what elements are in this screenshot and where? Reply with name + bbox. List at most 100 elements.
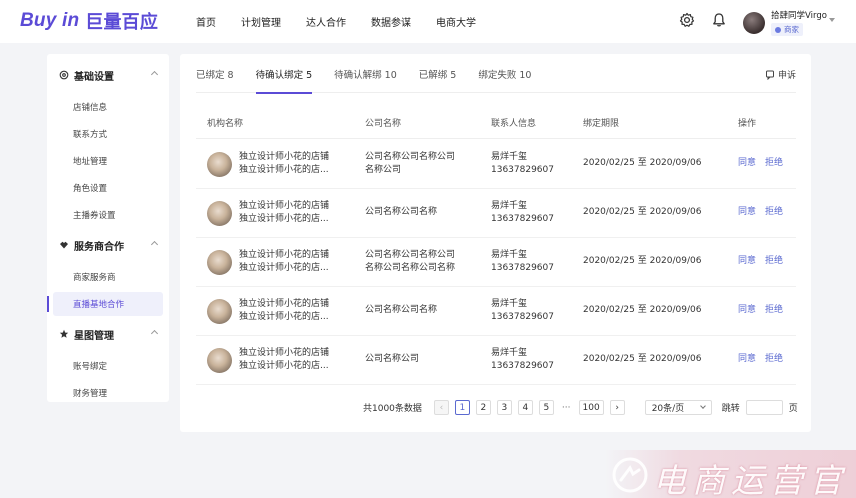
- tab-bind-failed[interactable]: 绑定失败 10: [478, 54, 531, 93]
- sidebar-group-label: 服务商合作: [74, 241, 124, 253]
- nav-item-creator[interactable]: 达人合作: [306, 14, 346, 29]
- nav-item-plan[interactable]: 计划管理: [241, 14, 281, 29]
- sidebar-group-service[interactable]: 服务商合作: [47, 236, 169, 254]
- next-page-button[interactable]: ›: [609, 400, 625, 415]
- chevron-up-icon[interactable]: [150, 240, 159, 249]
- nav-item-home[interactable]: 首页: [196, 14, 216, 29]
- sidebar-item-finance[interactable]: 财务管理: [53, 381, 163, 405]
- bell-icon[interactable]: [711, 12, 727, 28]
- reject-link[interactable]: 拒绝: [765, 207, 783, 217]
- page-button[interactable]: 2: [475, 400, 491, 415]
- sidebar-group-basic[interactable]: 基础设置: [47, 66, 169, 84]
- chevron-up-icon[interactable]: [150, 329, 159, 338]
- table-row: 独立设计师小花的店铺 独立设计师小花的店... 公司名称公司名称公司 名称公司 易烊…: [196, 140, 796, 189]
- handshake-icon: [59, 240, 69, 250]
- watermark-text: 电商运营官: [653, 461, 848, 498]
- sidebar-group-star[interactable]: 星图管理: [47, 325, 169, 343]
- contact-phone: 13637829607: [491, 312, 554, 322]
- nav-item-data[interactable]: 数据参谋: [371, 14, 411, 29]
- settings-icon[interactable]: [679, 12, 695, 28]
- page-button[interactable]: 5: [538, 400, 554, 415]
- tab-unbound[interactable]: 已解绑 5: [419, 54, 457, 93]
- column-header-company: 公司名称: [365, 119, 402, 129]
- page-button[interactable]: 4: [517, 400, 533, 415]
- contact-name: 易烊千玺: [491, 250, 528, 260]
- bind-period: 2020/02/25 至 2020/09/06: [583, 256, 702, 266]
- shop-avatar: [207, 348, 232, 373]
- sidebar-group-label: 星图管理: [74, 330, 114, 342]
- contact-name: 易烊千玺: [491, 348, 528, 358]
- contact-phone: 13637829607: [491, 263, 554, 273]
- contact-phone: 13637829607: [491, 361, 554, 371]
- company-name: 公司名称公司名称: [365, 305, 438, 315]
- prev-page-button[interactable]: ‹: [433, 400, 449, 415]
- contact-phone: 13637829607: [491, 214, 554, 224]
- accept-link[interactable]: 同意: [738, 256, 756, 266]
- sidebar-item-coupon[interactable]: 主播券设置: [53, 203, 163, 227]
- page-ellipsis[interactable]: ···: [562, 403, 571, 413]
- company-name-sub: 名称公司: [365, 165, 402, 175]
- accept-link[interactable]: 同意: [738, 158, 756, 168]
- column-header-period: 绑定期限: [583, 119, 620, 129]
- company-name-sub: 名称公司名称公司名称: [365, 263, 456, 273]
- sidebar: 基础设置 店铺信息 联系方式 地址管理 角色设置 主播券设置 服务商合作 商家服…: [47, 54, 169, 402]
- sidebar-item-roles[interactable]: 角色设置: [53, 176, 163, 200]
- table-header: 机构名称 公司名称 联系人信息 绑定期限 操作: [196, 111, 796, 139]
- tab-bound[interactable]: 已绑定 8: [196, 54, 234, 93]
- page-unit-label: 页: [788, 404, 798, 414]
- page-button-last[interactable]: 100: [578, 400, 604, 415]
- chevron-down-icon[interactable]: [829, 18, 835, 22]
- shop-avatar: [207, 201, 232, 226]
- reject-link[interactable]: 拒绝: [765, 354, 783, 364]
- table-row: 独立设计师小花的店铺 独立设计师小花的店... 公司名称公司名称 易烊千玺 1363…: [196, 287, 796, 336]
- sidebar-item-live-base[interactable]: 直播基地合作: [47, 292, 163, 316]
- logo[interactable]: Buy in 巨量百应: [20, 9, 158, 33]
- shop-avatar: [207, 250, 232, 275]
- chevron-up-icon[interactable]: [150, 70, 159, 79]
- org-name: 独立设计师小花的店铺: [239, 152, 330, 162]
- reject-link[interactable]: 拒绝: [765, 305, 783, 315]
- table-row: 独立设计师小花的店铺 独立设计师小花的店... 公司名称公司 易烊千玺 136378…: [196, 336, 796, 385]
- main-panel: 已绑定 8 待确认绑定 5 待确认解绑 10 已解绑 5 绑定失败 10 申诉 …: [180, 54, 811, 432]
- org-name-sub: 独立设计师小花的店...: [239, 214, 329, 224]
- page-button[interactable]: 1: [454, 400, 470, 415]
- sidebar-item-account-binding[interactable]: 账号绑定: [53, 354, 163, 378]
- company-name: 公司名称公司: [365, 354, 420, 364]
- contact-phone: 13637829607: [491, 165, 554, 175]
- page-size-select[interactable]: 20条/页: [644, 400, 712, 415]
- chevron-left-icon: ‹: [439, 402, 444, 413]
- nav-item-university[interactable]: 电商大学: [436, 14, 476, 29]
- sidebar-item-store-info[interactable]: 店铺信息: [53, 95, 163, 119]
- complain-button[interactable]: 申诉: [765, 68, 796, 81]
- org-name-sub: 独立设计师小花的店...: [239, 263, 329, 273]
- user-role-label: 商家: [784, 25, 799, 34]
- star-icon: [59, 329, 69, 339]
- accept-link[interactable]: 同意: [738, 354, 756, 364]
- user-menu[interactable]: 拾肆同学Virgo 商家: [743, 9, 827, 36]
- company-name: 公司名称公司名称公司: [365, 152, 456, 162]
- top-nav: 首页 计划管理 达人合作 数据参谋 电商大学: [196, 0, 501, 43]
- sidebar-item-contact[interactable]: 联系方式: [53, 122, 163, 146]
- sidebar-item-merchant-service[interactable]: 商家服务商: [53, 265, 163, 289]
- bind-period: 2020/02/25 至 2020/09/06: [583, 207, 702, 217]
- tab-pending-unbind[interactable]: 待确认解绑 10: [334, 54, 397, 93]
- page-button[interactable]: 3: [496, 400, 512, 415]
- sidebar-item-address[interactable]: 地址管理: [53, 149, 163, 173]
- accept-link[interactable]: 同意: [738, 207, 756, 217]
- pagination: 共1000条数据 ‹ 1 2 3 4 5 ··· 100 › 20条/页 跳转 …: [363, 399, 798, 416]
- accept-link[interactable]: 同意: [738, 305, 756, 315]
- jump-page-input[interactable]: [745, 400, 783, 415]
- reject-link[interactable]: 拒绝: [765, 256, 783, 266]
- table-row: 独立设计师小花的店铺 独立设计师小花的店... 公司名称公司名称 易烊千玺 1363…: [196, 189, 796, 238]
- complaint-icon: [765, 70, 774, 80]
- contact-name: 易烊千玺: [491, 152, 528, 162]
- shop-avatar: [207, 299, 232, 324]
- company-name: 公司名称公司名称: [365, 207, 438, 217]
- reject-link[interactable]: 拒绝: [765, 158, 783, 168]
- bind-period: 2020/02/25 至 2020/09/06: [583, 305, 702, 315]
- chevron-right-icon: ›: [615, 402, 619, 413]
- table-row: 独立设计师小花的店铺 独立设计师小花的店... 公司名称公司名称公司 名称公司名称公…: [196, 238, 796, 287]
- tab-pending-bind[interactable]: 待确认绑定 5: [255, 54, 312, 94]
- org-name-sub: 独立设计师小花的店...: [239, 165, 329, 175]
- store-icon: [775, 26, 781, 33]
